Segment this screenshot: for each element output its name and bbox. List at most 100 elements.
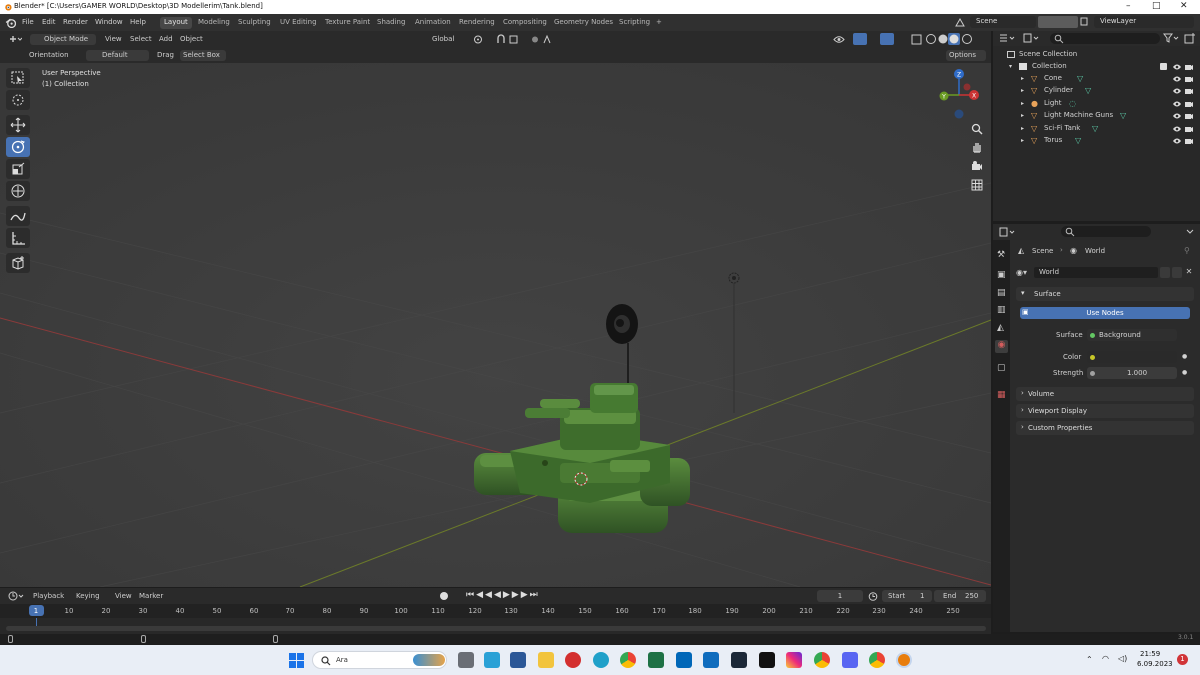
- menu-timeline-view[interactable]: View: [112, 591, 135, 602]
- surface-shader-field[interactable]: Background: [1087, 329, 1177, 341]
- tab-layout[interactable]: Layout: [160, 17, 192, 29]
- menu-edit[interactable]: Edit: [42, 18, 56, 26]
- outliner-scene-collection[interactable]: Scene Collection: [993, 49, 1200, 61]
- expand-arrow-icon[interactable]: ▸: [1021, 137, 1024, 144]
- world-browse-icon[interactable]: ◉▾: [1016, 268, 1027, 277]
- outliner-item-cylinder[interactable]: ▸ ▽ Cylinder ▽: [993, 85, 1200, 97]
- tab-texture-paint[interactable]: Texture Paint: [321, 17, 374, 29]
- strength-field[interactable]: 1.000: [1087, 367, 1177, 379]
- zoom-icon[interactable]: [971, 123, 983, 135]
- blender-menu-icon[interactable]: [5, 17, 16, 28]
- rotate-tool-icon[interactable]: [6, 137, 30, 157]
- navigation-gizmo[interactable]: Z X Y: [935, 67, 983, 123]
- menu-select[interactable]: Select: [127, 34, 155, 45]
- measure-tool-icon[interactable]: [6, 228, 30, 248]
- expand-arrow-icon[interactable]: ▾: [1009, 63, 1012, 70]
- tab-uv-editing[interactable]: UV Editing: [276, 17, 321, 29]
- task-view-icon[interactable]: [458, 652, 474, 668]
- timeline-ruler[interactable]: 1 10 20 30 40 50 60 70 80 90 100 110 120…: [0, 604, 991, 618]
- collection-tab-icon[interactable]: ▢: [997, 363, 1006, 373]
- view-layer-tab-icon[interactable]: ▥: [997, 305, 1006, 315]
- file-explorer-icon[interactable]: [538, 652, 554, 668]
- store-icon[interactable]: [676, 652, 692, 668]
- camera-view-icon[interactable]: [971, 160, 983, 172]
- instagram-icon[interactable]: [786, 652, 802, 668]
- outliner-item-sci-fi-tank[interactable]: ▸ ▽ Sci-Fi Tank ▽: [993, 123, 1200, 135]
- chrome-profile-icon[interactable]: [814, 652, 830, 668]
- notification-badge[interactable]: 1: [1177, 654, 1188, 665]
- timeline-editor-type-icon[interactable]: [8, 591, 24, 601]
- record-icon[interactable]: [440, 592, 448, 600]
- viewport-display-panel-header[interactable]: › Viewport Display: [1016, 404, 1194, 418]
- outliner-item-cone[interactable]: ▸ ▽ Cone ▽: [993, 73, 1200, 85]
- menu-add[interactable]: Add: [156, 34, 176, 45]
- camera-render-icon[interactable]: [1185, 75, 1193, 83]
- tab-geometry-nodes[interactable]: Geometry Nodes: [550, 17, 617, 29]
- stopwatch-icon[interactable]: [868, 591, 878, 601]
- keyframe-dot-icon[interactable]: ●: [1182, 369, 1187, 376]
- expand-arrow-icon[interactable]: ▸: [1021, 75, 1024, 82]
- blender-taskbar-icon[interactable]: [896, 652, 912, 668]
- camera-render-icon[interactable]: [1185, 87, 1193, 95]
- menu-window[interactable]: Window: [95, 18, 123, 26]
- copy-icon[interactable]: [1080, 17, 1089, 27]
- display-mode-icon[interactable]: [1023, 33, 1039, 43]
- transform-tool-icon[interactable]: [6, 181, 30, 201]
- clock-date[interactable]: 6.09.2023: [1137, 660, 1173, 668]
- expand-arrow-icon[interactable]: ▸: [1021, 87, 1024, 94]
- expand-arrow-icon[interactable]: ▸: [1021, 100, 1024, 107]
- menu-playback[interactable]: Playback: [30, 591, 67, 602]
- proportional-edit-icon[interactable]: [530, 34, 552, 45]
- playback-controls[interactable]: ⏮◀◀◀▶▶▶⏭: [466, 590, 540, 600]
- word-icon[interactable]: [510, 652, 526, 668]
- tab-animation[interactable]: Animation: [411, 17, 455, 29]
- camera-render-icon[interactable]: [1185, 63, 1193, 71]
- 3d-viewport[interactable]: User Perspective (1) Collection Z X Y: [0, 63, 991, 587]
- use-nodes-button[interactable]: Use Nodes: [1020, 307, 1190, 319]
- timeline-body[interactable]: [0, 618, 991, 634]
- wifi-icon[interactable]: ◠: [1102, 654, 1109, 663]
- unlink-icon[interactable]: ✕: [1184, 267, 1194, 278]
- clock-time[interactable]: 21:59: [1140, 650, 1160, 658]
- snap-icon[interactable]: [496, 34, 524, 45]
- fake-user-icon[interactable]: [1160, 267, 1170, 278]
- edge-icon[interactable]: [593, 652, 609, 668]
- tiktok-icon[interactable]: [759, 652, 775, 668]
- menu-view[interactable]: View: [102, 34, 125, 45]
- tab-modeling[interactable]: Modeling: [194, 17, 234, 29]
- scene-selector[interactable]: Scene: [970, 16, 1036, 28]
- outliner-item-torus[interactable]: ▸ ▽ Torus ▽: [993, 135, 1200, 147]
- view-layer-selector[interactable]: ViewLayer: [1094, 16, 1194, 28]
- scene-icon[interactable]: [955, 18, 965, 27]
- world-name-field[interactable]: World: [1034, 267, 1158, 278]
- camera-render-icon[interactable]: [1185, 100, 1193, 108]
- mail-icon[interactable]: [703, 652, 719, 668]
- camera-render-icon[interactable]: [1185, 112, 1193, 120]
- add-workspace-button[interactable]: +: [652, 17, 666, 29]
- discord-icon[interactable]: [842, 652, 858, 668]
- outliner-search-input[interactable]: [1050, 33, 1160, 44]
- filter-icon[interactable]: [1163, 33, 1179, 43]
- color-field[interactable]: [1087, 351, 1177, 363]
- object-mode-dropdown[interactable]: Object Mode: [30, 34, 96, 45]
- menu-render[interactable]: Render: [63, 18, 88, 26]
- tab-rendering[interactable]: Rendering: [455, 17, 499, 29]
- custom-properties-panel-header[interactable]: › Custom Properties: [1016, 421, 1194, 435]
- chrome-profile-2-icon[interactable]: [869, 652, 885, 668]
- start-frame-field[interactable]: Start 1: [882, 590, 932, 602]
- transform-orientation-dropdown[interactable]: Global: [418, 34, 457, 45]
- timeline-scrollbar[interactable]: [6, 626, 986, 631]
- menu-object[interactable]: Object: [177, 34, 206, 45]
- scene-browse-button[interactable]: [1038, 16, 1078, 28]
- gizmo-toggle-icon[interactable]: [853, 33, 867, 45]
- annotate-tool-icon[interactable]: [6, 206, 30, 226]
- outliner-collection[interactable]: ▾ Collection: [993, 61, 1200, 73]
- outliner-item-light-machine-guns[interactable]: ▸ ▽ Light Machine Guns ▽: [993, 110, 1200, 122]
- tray-chevron-icon[interactable]: ⌃: [1086, 655, 1093, 664]
- properties-editor-type-icon[interactable]: [999, 227, 1015, 237]
- overlay-toggle-icon[interactable]: [880, 33, 894, 45]
- shading-modes[interactable]: [925, 33, 975, 45]
- xray-icon[interactable]: [911, 34, 922, 45]
- menu-keying[interactable]: Keying: [73, 591, 103, 602]
- world-tab-icon[interactable]: ◉: [995, 340, 1008, 353]
